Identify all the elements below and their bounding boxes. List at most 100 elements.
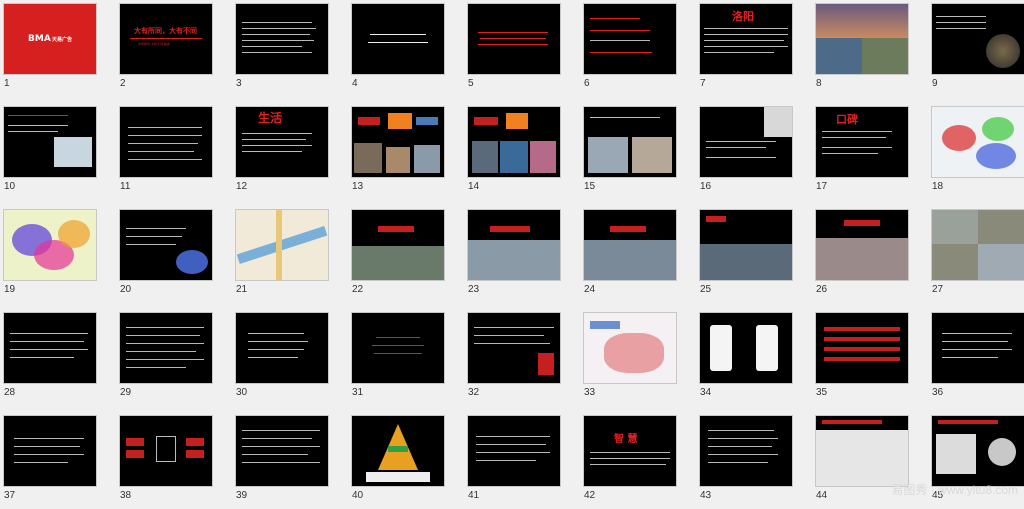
- slide-thumb-37[interactable]: 37: [0, 412, 116, 509]
- slide-number: 29: [120, 387, 132, 398]
- slide-preview: [700, 210, 792, 280]
- slide-thumb-16[interactable]: 16: [696, 103, 812, 200]
- slide-number: 4: [352, 78, 358, 89]
- slide-thumb-20[interactable]: 20: [116, 206, 232, 303]
- slide-thumb-13[interactable]: 13: [348, 103, 464, 200]
- slide-thumb-11[interactable]: 11: [116, 103, 232, 200]
- slide-thumb-23[interactable]: 23: [464, 206, 580, 303]
- slide-preview: [932, 416, 1024, 486]
- slide-thumb-36[interactable]: 36: [928, 309, 1024, 406]
- slide-preview: [120, 107, 212, 177]
- watermark: 易图秀 · www.yitu8.com: [891, 483, 1018, 497]
- slide-title: 大有所同，大有不同: [134, 27, 197, 35]
- slide-thumb-7[interactable]: 洛阳 7: [696, 0, 812, 97]
- slide-thumb-14[interactable]: 14: [464, 103, 580, 200]
- slide-number: 25: [700, 284, 712, 295]
- slide-preview: [584, 4, 676, 74]
- slide-thumb-41[interactable]: 41: [464, 412, 580, 509]
- slide-thumb-24[interactable]: 24: [580, 206, 696, 303]
- slide-title: 洛阳: [732, 10, 754, 23]
- slide-thumb-33[interactable]: 33: [580, 309, 696, 406]
- slide-thumb-15[interactable]: 15: [580, 103, 696, 200]
- slide-thumb-17[interactable]: 口碑 17: [812, 103, 928, 200]
- slide-preview: [4, 107, 96, 177]
- slide-thumb-2[interactable]: 大有所同，大有不同 大有所同·大有不同 提案 2: [116, 0, 232, 97]
- slide-thumb-30[interactable]: 30: [232, 309, 348, 406]
- slide-title: 智 慧: [614, 434, 638, 445]
- slide-thumb-4[interactable]: 4: [348, 0, 464, 97]
- slide-thumb-22[interactable]: 22: [348, 206, 464, 303]
- slide-thumb-8[interactable]: 8: [812, 0, 928, 97]
- slide-preview: [236, 4, 328, 74]
- slide-number: 30: [236, 387, 248, 398]
- slide-thumb-31[interactable]: 31: [348, 309, 464, 406]
- slide-thumb-19[interactable]: 19: [0, 206, 116, 303]
- slide-preview: [932, 313, 1024, 383]
- slide-preview: [468, 210, 560, 280]
- slide-sorter-grid: BMA 天易广告 1 大有所同，大有不同 大有所同·大有不同 提案 2 3 4: [0, 0, 1024, 501]
- slide-number: 22: [352, 284, 364, 295]
- slide-thumb-34[interactable]: 34: [696, 309, 812, 406]
- slide-number: 38: [120, 490, 132, 501]
- slide-number: 2: [120, 78, 126, 89]
- slide-preview: [816, 4, 908, 74]
- slide-preview: [584, 210, 676, 280]
- slide-thumb-43[interactable]: 43: [696, 412, 812, 509]
- slide-thumb-6[interactable]: 6: [580, 0, 696, 97]
- slide-preview: [932, 4, 1024, 74]
- slide-number: 43: [700, 490, 712, 501]
- slide-title: 生活: [258, 111, 283, 125]
- slide-thumb-21[interactable]: 21: [232, 206, 348, 303]
- slide-thumb-29[interactable]: 29: [116, 309, 232, 406]
- slide-number: 18: [932, 181, 944, 192]
- slide-number: 3: [236, 78, 242, 89]
- slide-thumb-42[interactable]: 智 慧 42: [580, 412, 696, 509]
- slide-preview: 洛阳: [700, 4, 792, 74]
- slide-preview: [584, 107, 676, 177]
- slide-number: 37: [4, 490, 16, 501]
- slide-preview: [236, 313, 328, 383]
- slide-thumb-26[interactable]: 26: [812, 206, 928, 303]
- slide-number: 11: [120, 181, 131, 192]
- slide-preview: [120, 210, 212, 280]
- slide-thumb-25[interactable]: 25: [696, 206, 812, 303]
- slide-thumb-35[interactable]: 35: [812, 309, 928, 406]
- logo-subtext: 天易广告: [52, 37, 73, 43]
- slide-preview: 口碑: [816, 107, 908, 177]
- slide-preview: [4, 416, 96, 486]
- slide-preview: [352, 107, 444, 177]
- slide-preview: [468, 313, 560, 383]
- slide-preview: 大有所同，大有不同 大有所同·大有不同 提案: [120, 4, 212, 74]
- slide-number: 20: [120, 284, 132, 295]
- slide-thumb-1[interactable]: BMA 天易广告 1: [0, 0, 116, 97]
- slide-number: 32: [468, 387, 480, 398]
- slide-thumb-40[interactable]: 40: [348, 412, 464, 509]
- slide-thumb-28[interactable]: 28: [0, 309, 116, 406]
- slide-preview: BMA 天易广告: [4, 4, 96, 74]
- slide-number: 7: [700, 78, 706, 89]
- slide-number: 21: [236, 284, 248, 295]
- slide-preview: [236, 416, 328, 486]
- slide-preview: [700, 416, 792, 486]
- slide-thumb-9[interactable]: 9: [928, 0, 1024, 97]
- slide-thumb-38[interactable]: 38: [116, 412, 232, 509]
- slide-preview: [816, 416, 908, 486]
- slide-preview: [816, 313, 908, 383]
- slide-number: 44: [816, 490, 828, 501]
- slide-preview: [352, 4, 444, 74]
- slide-preview: [4, 210, 96, 280]
- slide-thumb-12[interactable]: 生活 12: [232, 103, 348, 200]
- slide-thumb-27[interactable]: 27: [928, 206, 1024, 303]
- slide-number: 36: [932, 387, 944, 398]
- slide-number: 1: [4, 78, 10, 89]
- slide-thumb-3[interactable]: 3: [232, 0, 348, 97]
- slide-thumb-10[interactable]: 10: [0, 103, 116, 200]
- slide-number: 23: [468, 284, 480, 295]
- slide-subtitle: 大有所同·大有不同 提案: [138, 42, 170, 46]
- slide-thumb-32[interactable]: 32: [464, 309, 580, 406]
- slide-number: 33: [584, 387, 596, 398]
- slide-thumb-18[interactable]: 18: [928, 103, 1024, 200]
- slide-thumb-5[interactable]: 5: [464, 0, 580, 97]
- slide-preview: [468, 4, 560, 74]
- slide-thumb-39[interactable]: 39: [232, 412, 348, 509]
